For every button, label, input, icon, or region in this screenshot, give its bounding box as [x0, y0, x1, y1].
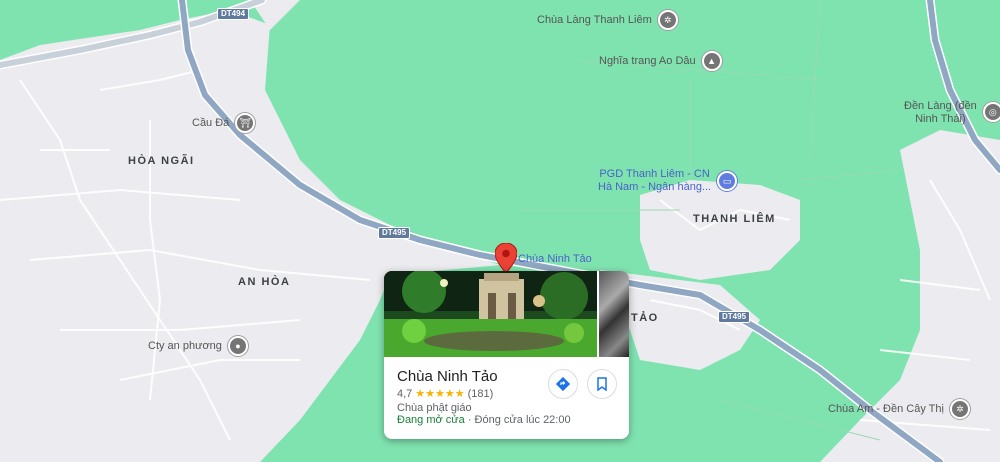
poi-den-lang-ninh-thai[interactable]: Đền Làng (đền Ninh Thái) ◎: [904, 100, 1000, 126]
place-title[interactable]: Chùa Ninh Tảo: [397, 368, 498, 385]
closing-time: · Đóng cửa lúc 22:00: [464, 414, 571, 426]
poi-label: Chùa Làng Thanh Liêm: [537, 14, 652, 26]
poi-label: Cầu Đá: [192, 117, 230, 129]
poi-label: Đền Làng (đền: [904, 100, 977, 112]
poi-label-line2: Ninh Thái): [915, 113, 966, 125]
area-label-hoa-ngai: HÒA NGÃI: [128, 155, 195, 167]
shrine-icon: ◎: [982, 102, 1000, 122]
directions-button[interactable]: [548, 369, 578, 399]
rating-row: 4,7 ★★★★★ (181): [397, 387, 494, 401]
place-photo-secondary[interactable]: [599, 271, 629, 357]
poi-chua-ninh-tao-label[interactable]: Chùa Ninh Tảo: [518, 253, 592, 265]
cemetery-icon: ▲: [701, 51, 722, 71]
red-pin-icon[interactable]: [495, 243, 517, 273]
place-photo[interactable]: [384, 271, 597, 357]
poi-chua-am-den-cay-thi[interactable]: Chùa Am - Đền Cây Thị ✲: [828, 399, 970, 419]
opening-hours: Đang mở cửa · Đóng cửa lúc 22:00: [397, 414, 571, 426]
open-status: Đang mở cửa: [397, 414, 465, 426]
directions-icon: [556, 377, 570, 391]
place-category: Chùa phật giáo: [397, 402, 472, 414]
review-count[interactable]: (181): [468, 388, 494, 400]
bridge-icon: ⛩: [235, 113, 256, 133]
poi-label: Chùa Am - Đền Cây Thị: [828, 403, 944, 415]
photo-illustration: [384, 271, 597, 357]
area-label-thanh-liem: THANH LIÊM: [693, 213, 776, 225]
area-label-tao: TẢO: [631, 312, 659, 324]
rating-value: 4,7: [397, 387, 413, 400]
poi-nghia-trang-ao-dau[interactable]: Nghĩa trang Ao Dâu ▲: [599, 51, 722, 71]
bank-icon: ▭: [717, 171, 738, 191]
poi-label: Cty an phương: [148, 340, 222, 352]
pin-icon: ●: [227, 336, 248, 356]
poi-pgd-thanh-liem[interactable]: PGD Thanh Liêm - CN Hà Nam - Ngân hàng..…: [598, 168, 738, 194]
poi-label: PGD Thanh Liêm - CN: [599, 168, 710, 180]
temple-icon: ✲: [949, 399, 970, 419]
place-info-card[interactable]: Chùa Ninh Tảo 4,7 ★★★★★ (181) Chùa phật …: [384, 271, 629, 439]
save-button[interactable]: [587, 369, 617, 399]
poi-cty-an-phuong[interactable]: Cty an phương ●: [148, 336, 248, 356]
star-rating-icon: ★★★★★: [415, 388, 465, 400]
poi-chua-lang-thanh-liem[interactable]: Chùa Làng Thanh Liêm ✲: [537, 10, 678, 30]
temple-icon: ✲: [657, 10, 678, 30]
poi-cau-da[interactable]: Cầu Đá ⛩: [192, 113, 256, 133]
bookmark-icon: [597, 377, 607, 391]
area-label-an-hoa: AN HÒA: [238, 276, 291, 288]
road-shield-dt494: DT494: [217, 8, 250, 20]
poi-label: Nghĩa trang Ao Dâu: [599, 55, 696, 67]
road-shield-dt495: DT495: [378, 227, 411, 239]
road-shield-dt495-east: DT495: [718, 311, 751, 323]
poi-label-line2: Hà Nam - Ngân hàng...: [598, 181, 712, 193]
